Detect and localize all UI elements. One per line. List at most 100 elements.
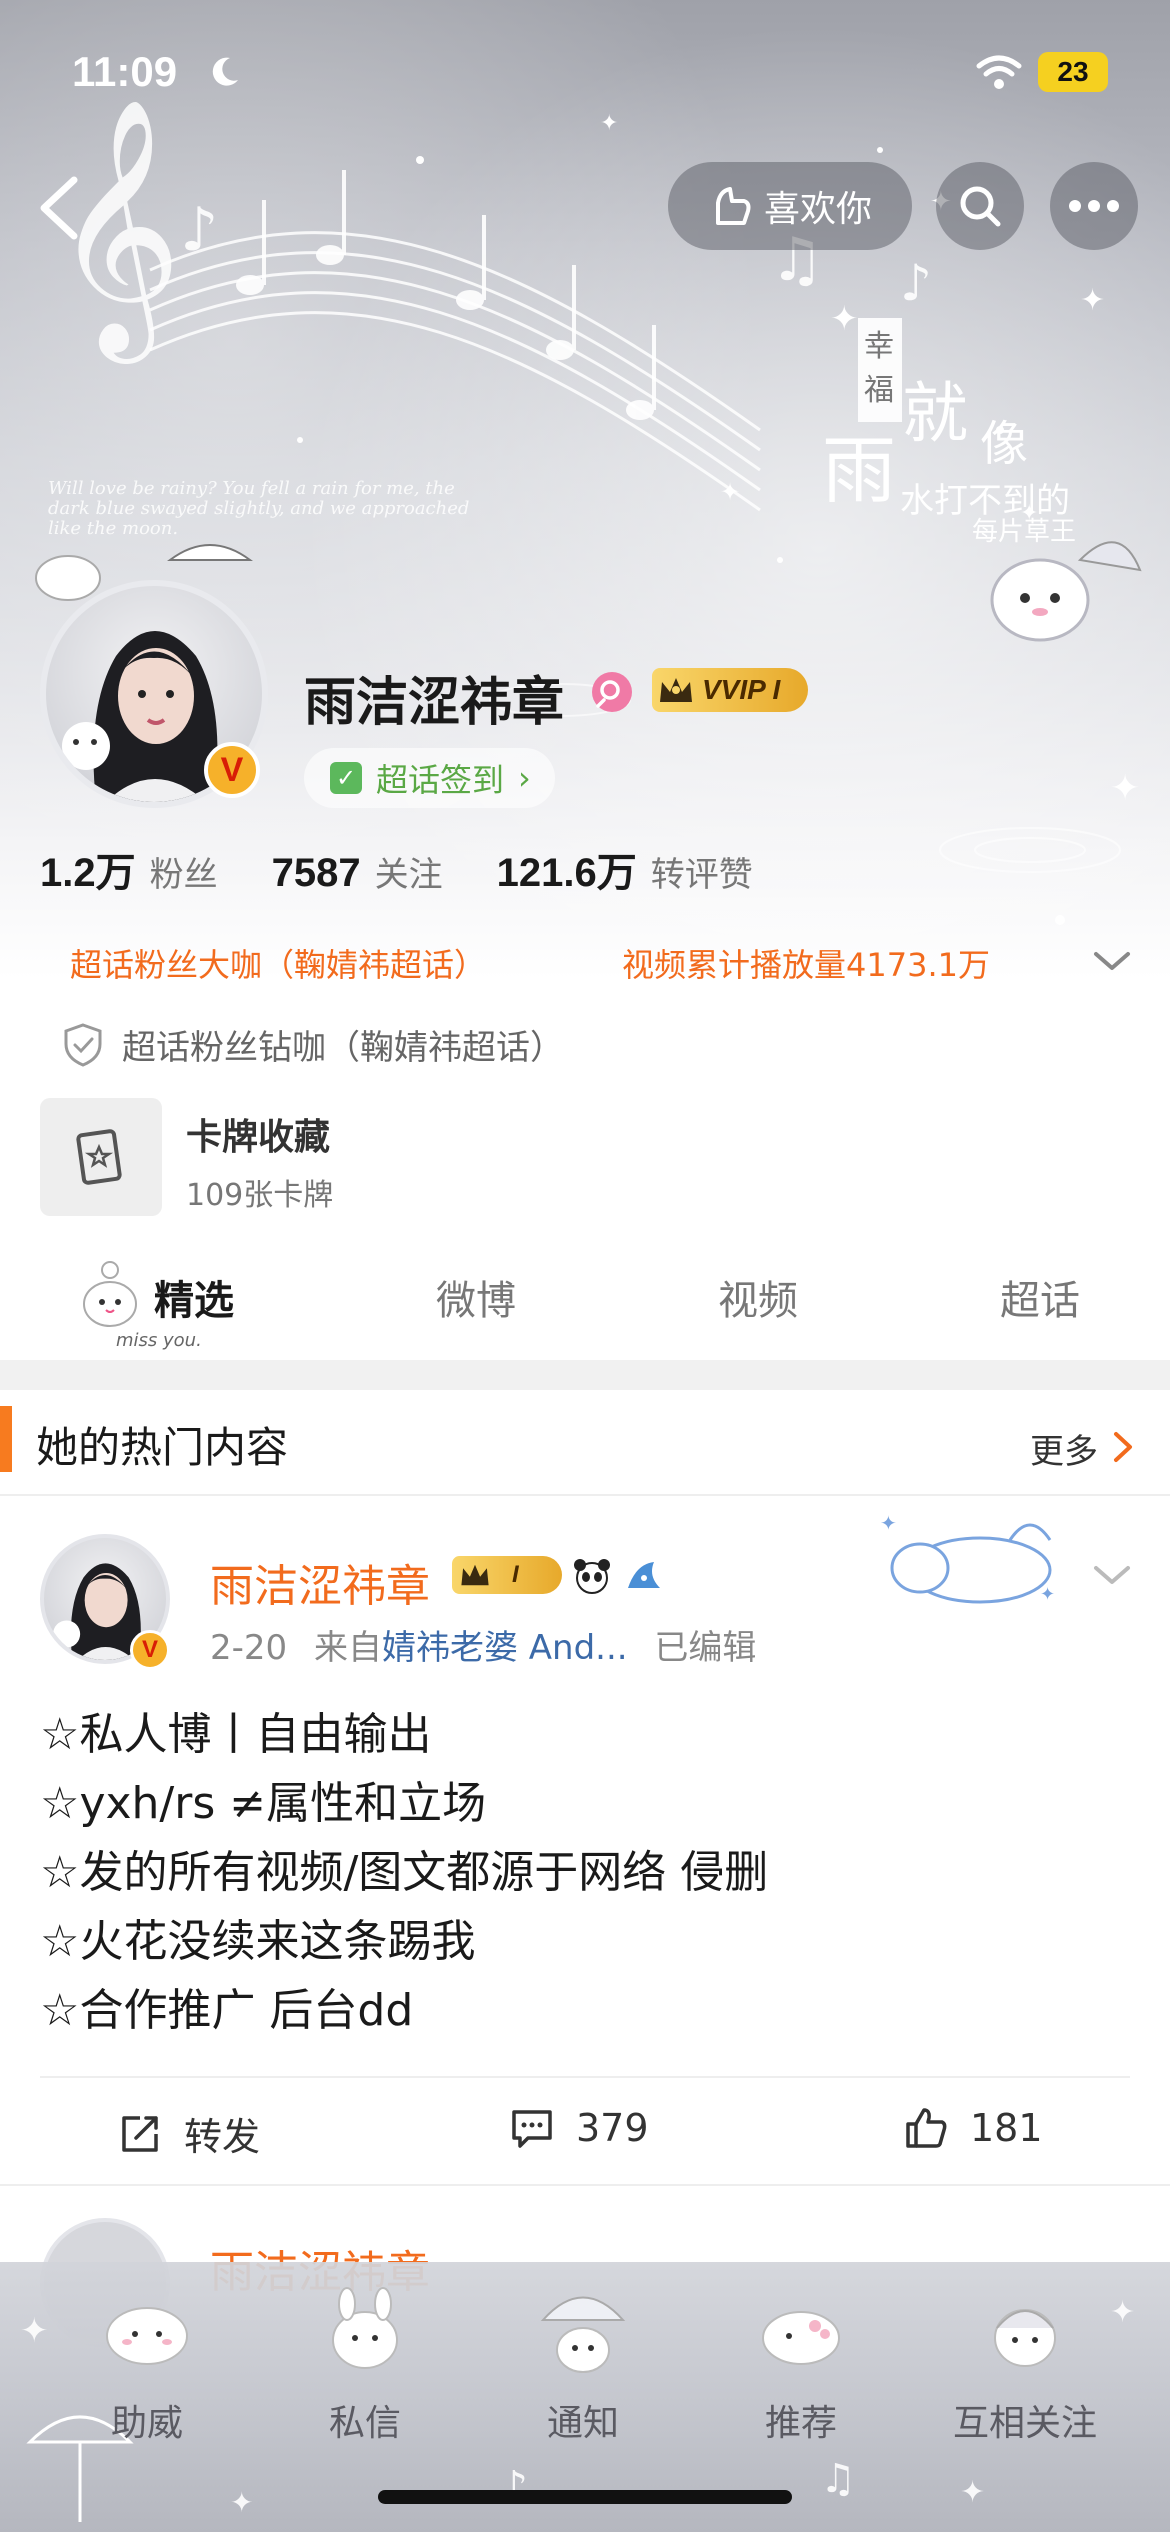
honor-video-plays[interactable]: 视频累计播放量4173.1万 [622,940,990,986]
svg-text:♪: ♪ [500,2462,528,2513]
stat-label: 粉丝 [149,855,218,895]
post-line: ☆私人博丨自由输出 [40,1709,432,1760]
stat-following[interactable]: 7587 关注 [272,847,443,896]
tabbar-label: 助威 [110,2403,183,2444]
like-you-label: 喜欢你 [763,189,872,230]
repost-icon [122,2115,158,2152]
vip-level: I [512,1561,519,1588]
like-count: 181 [970,2106,1043,2150]
verified-badge: V [130,1630,170,1670]
tabbar-label: 私信 [328,2403,401,2444]
comment-button[interactable]: 379 [510,2106,649,2150]
post-source[interactable]: 婧祎老婆 And... [382,1628,628,1668]
svg-text:✦: ✦ [720,478,740,506]
repost-label: 转发 [184,2115,261,2159]
honor-super-fan[interactable]: 超话粉丝大咖（鞠婧祎超话） [70,940,486,986]
crown-icon [660,678,692,702]
like-button[interactable]: 181 [904,2106,1043,2150]
bunny-mascot-icon [332,2287,398,2369]
wifi-icon [976,55,1022,89]
svg-text:幸: 幸 [864,329,894,364]
vvip-badge[interactable]: VVIP I [652,668,808,712]
post-line: ☆火花没续来这条踢我 [40,1916,476,1967]
stat-interactions[interactable]: 121.6万 转评赞 [497,840,753,898]
post-line: ☆合作推广 后台dd [40,1985,414,2036]
tabbar-label: 通知 [546,2403,619,2444]
stat-followers[interactable]: 1.2万 粉丝 [40,840,218,898]
diamond-fan-row[interactable]: 超话粉丝钻咖（鞠婧祎超话） [62,1020,564,1069]
diamond-fan-label: 超话粉丝钻咖（鞠婧祎超话） [122,1028,564,1068]
search-icon [960,186,1001,227]
tab-featured[interactable]: 精选 [154,1268,234,1326]
vvip-label: VVIP I [702,674,781,705]
chevron-down-icon[interactable] [1090,1560,1134,1590]
shark-icon [628,1562,660,1588]
svg-text:✦: ✦ [960,2475,985,2510]
card-icon [76,1129,122,1185]
profile-name: 雨洁涩祎章 [304,673,565,733]
bunny-sleep-sticker: ✦ ✦ [880,1511,1055,1605]
svg-text:雨: 雨 [822,428,896,514]
whale-mascot-icon [762,2311,840,2365]
svg-text:✦: ✦ [20,2311,49,2351]
tabbar-cheer[interactable]: 助威 [72,2268,222,2468]
chevron-right-icon[interactable] [1112,1430,1134,1464]
svg-text:✦: ✦ [880,1511,897,1535]
super-topic-checkin-button[interactable]: ✓ 超话签到 › [304,748,555,808]
profile-stats: 1.2万 粉丝 7587 关注 121.6万 转评赞 [40,840,807,898]
svg-text:福: 福 [864,373,894,408]
divider [40,2076,1130,2078]
thumb-up-icon [906,2108,947,2148]
tabbar-mutual-follow[interactable]: 互相关注 [930,2268,1120,2468]
post-from-label: 来自 [313,1628,382,1668]
stat-number: 7587 [271,851,361,895]
check-icon: ✓ [330,762,362,794]
hot-accent-bar [0,1406,12,1472]
post-date: 2-20 [210,1628,288,1668]
tab-super-topic[interactable]: 超话 [1000,1268,1080,1326]
tab-weibo[interactable]: 微博 [436,1268,516,1326]
tabbar-recommend[interactable]: 推荐 [726,2268,876,2468]
crown-icon [461,1564,489,1586]
tabbar-notifications[interactable]: 通知 [508,2268,658,2468]
hot-content-title: 她的热门内容 [36,1423,289,1472]
search-button[interactable] [936,162,1024,250]
tab-sticker-text: miss you. [116,1330,202,1351]
home-indicator[interactable] [378,2490,792,2504]
hot-more-link[interactable]: 更多 [1030,1424,1098,1473]
svg-text:✦: ✦ [830,299,859,339]
stat-label: 关注 [374,855,443,895]
stat-number: 121.6万 [496,851,637,895]
post-line: ☆yxh/rs ≠属性和立场 [40,1778,487,1829]
repost-button[interactable]: 转发 [118,2106,260,2161]
card-collection-thumb[interactable] [40,1098,162,1216]
girl-mascot-icon [994,2309,1056,2367]
svg-text:每片草王: 每片草王 [972,517,1076,547]
like-you-button[interactable]: 喜欢你 [668,162,912,250]
status-time: 11:09 [72,48,178,95]
post-line: ☆发的所有视频/图文都源于网络 侵删 [40,1847,769,1898]
section-divider [0,1360,1170,1390]
chevron-down-icon[interactable] [1090,946,1134,976]
tabbar-messages[interactable]: 私信 [290,2268,440,2468]
svg-text:✦: ✦ [1110,768,1140,809]
card-collection-count: 109张卡牌 [186,1178,334,1213]
svg-text:♪: ♪ [180,195,218,265]
svg-text:✦: ✦ [600,111,618,136]
svg-text:✦: ✦ [1080,283,1105,318]
umbrella-mascot-icon [540,2296,626,2373]
more-icon [1069,200,1119,212]
post-author-name[interactable]: 雨洁涩祎章 [210,1550,430,1614]
more-button[interactable] [1050,162,1138,250]
checkin-label: 超话签到 [376,761,505,799]
cloud-mascot-icon [106,2307,188,2365]
comment-count: 379 [576,2106,649,2150]
tabbar-label: 互相关注 [952,2403,1097,2444]
divider [0,1494,1170,1496]
post-body[interactable]: ☆私人博丨自由输出 ☆yxh/rs ≠属性和立场 ☆发的所有视频/图文都源于网络… [40,1700,768,2045]
tab-video[interactable]: 视频 [718,1268,798,1326]
back-icon[interactable] [30,172,90,244]
svg-text:像: 像 [980,416,1028,472]
card-collection-title[interactable]: 卡牌收藏 [186,1108,330,1160]
post-edited: 已编辑 [654,1628,757,1668]
